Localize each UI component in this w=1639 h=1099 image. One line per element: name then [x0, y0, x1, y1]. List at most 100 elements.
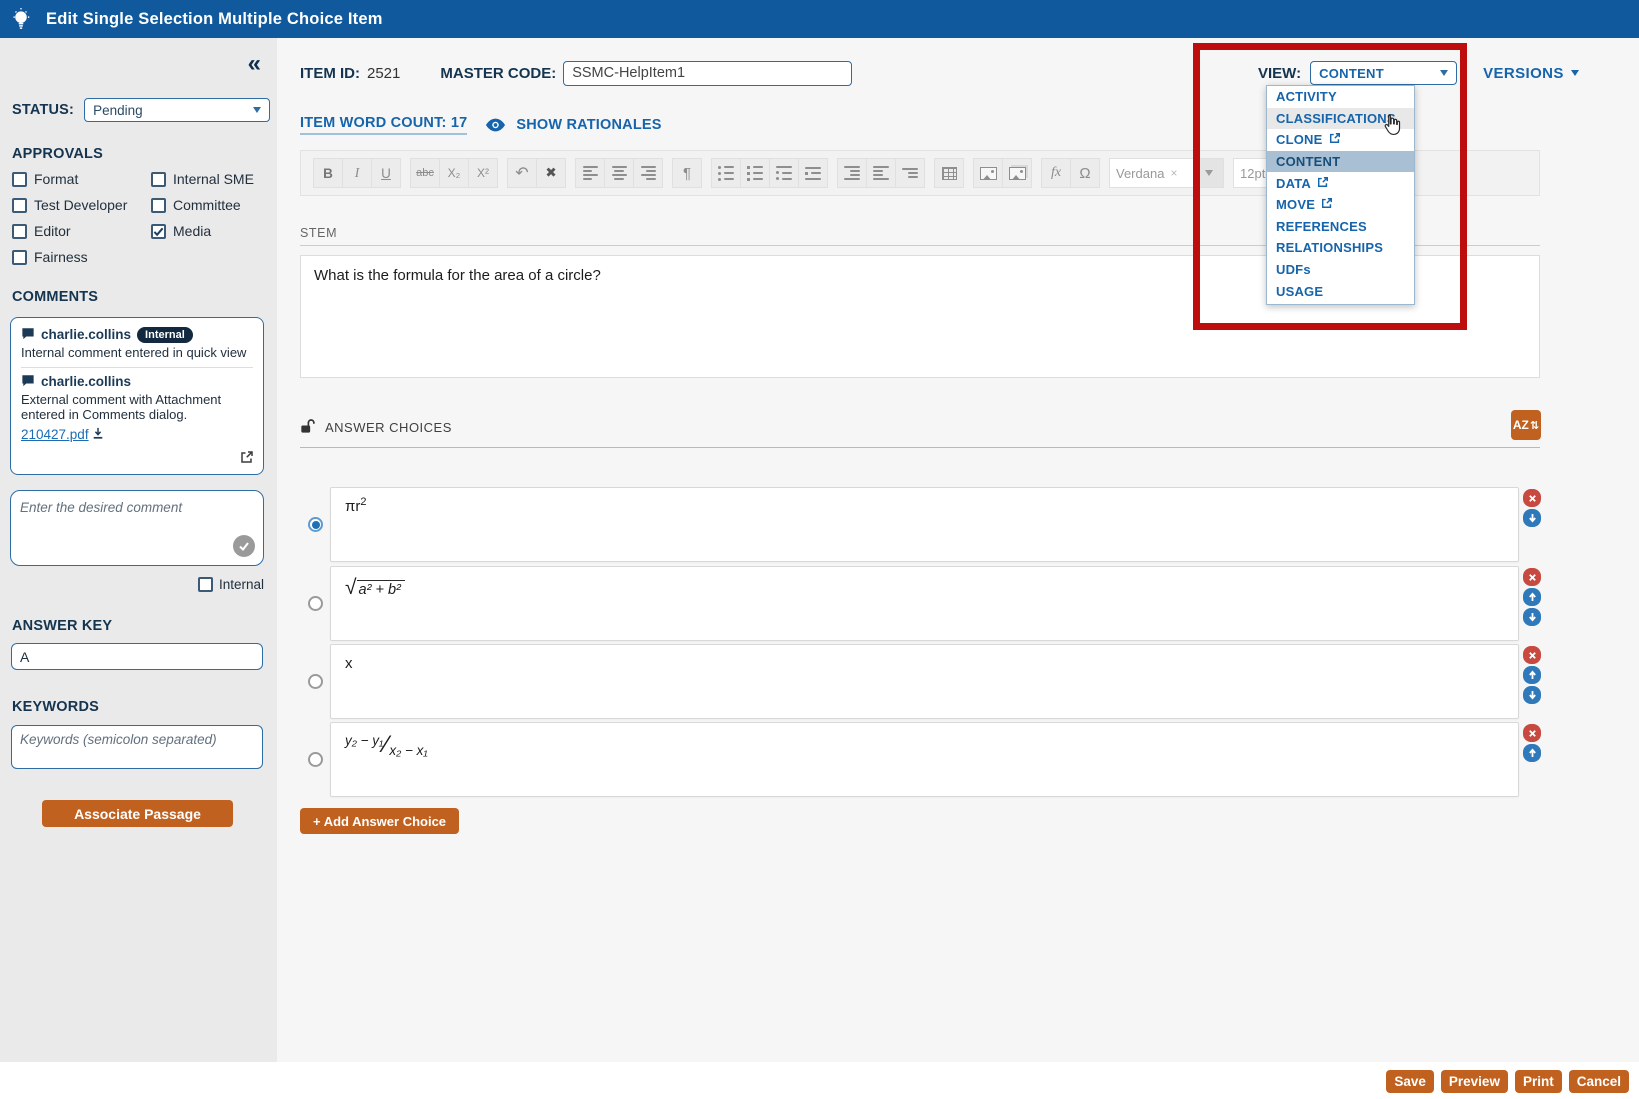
open-comments-dialog-icon[interactable] — [240, 450, 254, 467]
print-button[interactable]: Print — [1515, 1070, 1562, 1093]
master-code-input[interactable] — [563, 61, 852, 86]
view-menu-item-usage[interactable]: USAGE — [1267, 280, 1414, 302]
move-answer-down-button[interactable] — [1523, 686, 1541, 704]
move-answer-up-button[interactable] — [1523, 588, 1541, 606]
italic-button[interactable]: I — [342, 158, 372, 188]
insert-image-button[interactable] — [973, 158, 1003, 188]
attachment-link[interactable]: 210427.pdf — [21, 427, 89, 443]
comment-author: charlie.collins — [41, 327, 131, 343]
insert-table-button[interactable] — [934, 158, 964, 188]
checkbox-label: Format — [34, 171, 78, 187]
view-menu-item-references[interactable]: REFERENCES — [1267, 216, 1414, 238]
view-menu-item-relationships[interactable]: RELATIONSHIPS — [1267, 237, 1414, 259]
approval-checkbox-test-developer[interactable]: Test Developer — [12, 197, 151, 213]
indent-button[interactable] — [837, 158, 867, 188]
bullet-list-button[interactable] — [711, 158, 741, 188]
download-icon[interactable] — [92, 427, 104, 443]
status-select[interactable]: Pending — [84, 98, 270, 122]
move-answer-down-button[interactable] — [1523, 608, 1541, 626]
formula-button[interactable]: fx — [1041, 158, 1071, 188]
font-family-dropdown-button[interactable] — [1194, 158, 1224, 188]
answer-radio[interactable] — [308, 674, 323, 689]
preview-button[interactable]: Preview — [1441, 1070, 1508, 1093]
eye-icon[interactable] — [485, 118, 506, 132]
line-indent-button[interactable] — [895, 158, 925, 188]
clear-font-icon[interactable]: × — [1170, 166, 1177, 180]
align-left-button[interactable] — [575, 158, 605, 188]
associate-passage-button[interactable]: Associate Passage — [42, 800, 233, 827]
remove-format-button[interactable]: ✖ — [536, 158, 566, 188]
keywords-input[interactable] — [11, 725, 263, 769]
checkbox-icon[interactable] — [12, 224, 27, 239]
special-character-button[interactable]: Ω — [1070, 158, 1100, 188]
bold-button[interactable]: B — [313, 158, 343, 188]
undo-button[interactable]: ↶ — [507, 158, 537, 188]
checkbox-icon[interactable] — [12, 198, 27, 213]
stem-text: What is the formula for the area of a ci… — [314, 267, 601, 284]
approval-checkbox-media[interactable]: Media — [151, 223, 268, 239]
view-menu-item-clone[interactable]: CLONE — [1267, 129, 1414, 151]
checkbox-label: Committee — [173, 197, 241, 213]
view-select[interactable]: CONTENT — [1310, 61, 1457, 85]
approval-checkbox-format[interactable]: Format — [12, 171, 151, 187]
internal-comment-checkbox[interactable]: Internal — [198, 577, 264, 592]
sidebar-collapse-icon[interactable]: « — [248, 52, 261, 76]
answer-radio[interactable] — [308, 596, 323, 611]
list-style-button[interactable] — [798, 158, 828, 188]
underline-button[interactable]: U — [371, 158, 401, 188]
delete-answer-button[interactable] — [1523, 724, 1541, 742]
approval-checkbox-fairness[interactable]: Fairness — [12, 249, 151, 265]
sort-answers-button[interactable]: AZ ⇅ — [1511, 410, 1541, 440]
superscript-button[interactable]: X² — [468, 158, 498, 188]
view-menu-item-classifications[interactable]: CLASSIFICATIONS — [1267, 108, 1414, 130]
versions-menu-button[interactable]: VERSIONS — [1483, 65, 1579, 82]
checkbox-icon[interactable] — [12, 172, 27, 187]
move-answer-up-button[interactable] — [1523, 666, 1541, 684]
view-menu-item-move[interactable]: MOVE — [1267, 194, 1414, 216]
paragraph-marks-button[interactable]: ¶ — [672, 158, 702, 188]
add-answer-choice-button[interactable]: + Add Answer Choice — [300, 808, 459, 834]
align-center-button[interactable] — [604, 158, 634, 188]
checkbox-icon[interactable] — [151, 172, 166, 187]
font-family-select[interactable]: Verdana × — [1109, 158, 1195, 188]
numbered-list-icon — [747, 166, 763, 181]
approval-checkbox-internal-sme[interactable]: Internal SME — [151, 171, 268, 187]
delete-answer-button[interactable] — [1523, 489, 1541, 507]
answer-editor[interactable]: √a² + b² — [330, 566, 1519, 641]
checkbox-icon[interactable] — [12, 250, 27, 265]
definition-list-button[interactable] — [769, 158, 799, 188]
view-menu-item-udfs[interactable]: UDFs — [1267, 259, 1414, 281]
external-link-icon — [1317, 176, 1329, 191]
answer-radio[interactable] — [308, 517, 323, 532]
answer-editor[interactable]: πr2 — [330, 487, 1519, 562]
answer-editor[interactable]: x — [330, 644, 1519, 719]
cancel-button[interactable]: Cancel — [1569, 1070, 1629, 1093]
show-rationales-button[interactable]: SHOW RATIONALES — [516, 117, 661, 133]
view-menu-item-content[interactable]: CONTENT — [1267, 151, 1414, 173]
checkbox-icon[interactable] — [151, 224, 166, 239]
checkbox-icon[interactable] — [151, 198, 166, 213]
answer-editor[interactable]: y₂ − y₁∕x₂ − x₁ — [330, 722, 1519, 797]
align-right-button[interactable] — [633, 158, 663, 188]
view-menu-item-activity[interactable]: ACTIVITY — [1267, 86, 1414, 108]
delete-answer-button[interactable] — [1523, 568, 1541, 586]
image-manager-button[interactable] — [1002, 158, 1032, 188]
checkbox-icon[interactable] — [198, 577, 213, 592]
outdent-button[interactable] — [866, 158, 896, 188]
move-answer-down-button[interactable] — [1523, 509, 1541, 527]
delete-answer-button[interactable] — [1523, 646, 1541, 664]
subscript-button[interactable]: X₂ — [439, 158, 469, 188]
comment-input[interactable]: Enter the desired comment — [10, 490, 264, 566]
save-button[interactable]: Save — [1386, 1070, 1434, 1093]
move-answer-up-button[interactable] — [1523, 744, 1541, 762]
answer-key-input[interactable] — [11, 643, 263, 670]
approval-checkbox-committee[interactable]: Committee — [151, 197, 268, 213]
strikethrough-button[interactable]: abc — [410, 158, 440, 188]
numbered-list-button[interactable] — [740, 158, 770, 188]
approval-checkbox-editor[interactable]: Editor — [12, 223, 151, 239]
view-menu-item-data[interactable]: DATA — [1267, 172, 1414, 194]
answer-radio[interactable] — [308, 752, 323, 767]
item-word-count-link[interactable]: ITEM WORD COUNT: 17 — [300, 115, 467, 135]
external-link-icon — [1329, 132, 1341, 147]
submit-comment-button[interactable] — [233, 535, 255, 557]
